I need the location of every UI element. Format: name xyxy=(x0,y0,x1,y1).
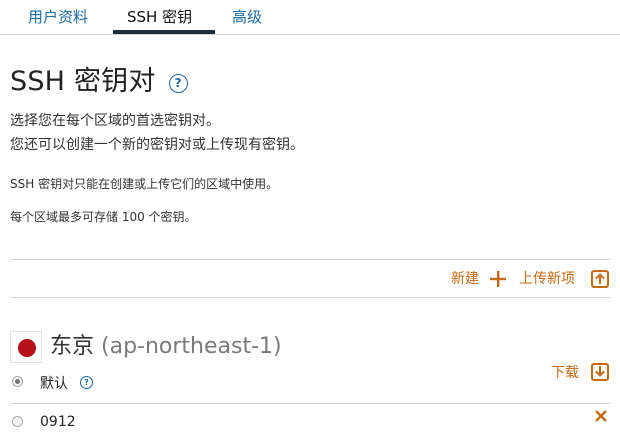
create-key-button[interactable]: 新建 xyxy=(451,268,479,290)
tab-profile[interactable]: 用户资料 xyxy=(28,6,88,28)
upload-key-button[interactable]: 上传新项 xyxy=(519,268,575,290)
region-name: 东京 xyxy=(50,334,95,359)
divider xyxy=(10,297,610,298)
key-radio-0912[interactable] xyxy=(12,416,23,427)
description-line-1: 选择您在每个区域的首选密钥对。 xyxy=(10,113,220,129)
close-icon[interactable] xyxy=(594,409,608,423)
key-label-0912: 0912 xyxy=(40,414,76,430)
japan-flag-icon xyxy=(10,331,42,363)
note-key-limit: 每个区域最多可存储 100 个密钥。 xyxy=(10,210,197,224)
page-title: SSH 密钥对 xyxy=(10,66,156,97)
tab-bar: 用户资料 SSH 密钥 高级 xyxy=(0,0,620,35)
region-code: (ap-northeast-1) xyxy=(101,334,282,359)
key-radio-default[interactable] xyxy=(12,376,23,387)
plus-icon[interactable] xyxy=(488,269,508,289)
active-tab-indicator xyxy=(113,30,215,34)
note-region-usage: SSH 密钥对只能在创建或上传它们的区域中使用。 xyxy=(10,177,279,191)
key-label-default: 默认 xyxy=(40,376,68,392)
upload-icon[interactable] xyxy=(590,269,610,289)
description-line-2: 您还可以创建一个新的密钥对或上传现有密钥。 xyxy=(10,137,304,153)
flag-sun xyxy=(18,339,36,357)
region-heading: 东京 (ap-northeast-1) xyxy=(50,331,282,363)
divider xyxy=(10,259,610,260)
divider xyxy=(10,403,610,404)
help-icon[interactable]: ? xyxy=(80,376,93,389)
tab-ssh-keys[interactable]: SSH 密钥 xyxy=(127,6,192,28)
tab-advanced[interactable]: 高级 xyxy=(232,6,262,28)
ssh-keys-page: 用户资料 SSH 密钥 高级 SSH 密钥对 ? 选择您在每个区域的首选密钥对。… xyxy=(0,0,620,435)
download-icon[interactable] xyxy=(590,362,610,382)
title-row: SSH 密钥对 ? xyxy=(10,62,188,102)
download-key-button[interactable]: 下载 xyxy=(551,362,579,384)
help-icon[interactable]: ? xyxy=(168,73,188,93)
